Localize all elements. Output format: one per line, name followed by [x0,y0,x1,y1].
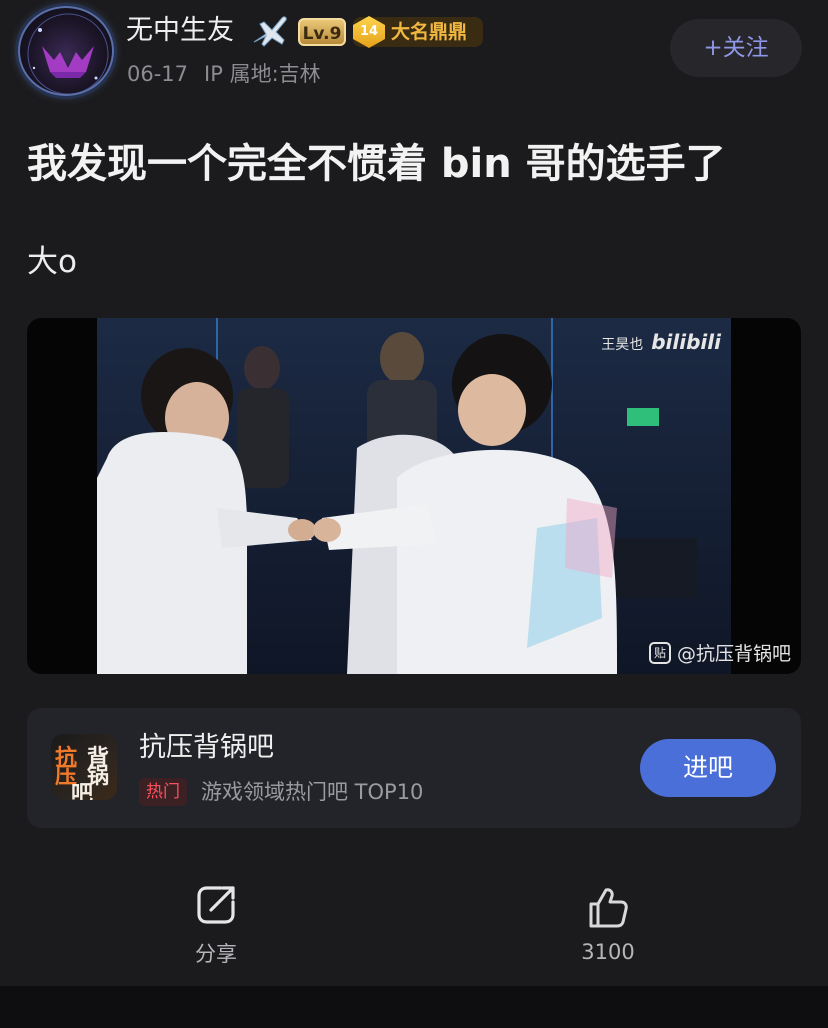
share-label: 分享 [195,942,237,966]
post-date: 06-17 [127,62,189,86]
forum-avatar: 抗 背 压 锅 吧 [51,734,117,800]
bilibili-logo: bilibili [651,330,721,354]
post-meta: 06-17 IP 属地:吉林 [127,60,321,88]
rank-level-icon: 14 [353,16,385,48]
post-video[interactable]: 王昊也 bilibili 贴 @抗压背锅吧 [27,318,801,674]
tieba-logo-icon: 贴 [648,641,671,664]
forum-description: 游戏领域热门吧 TOP10 [201,780,424,804]
post-title: 我发现一个完全不惯着 bin 哥的选手了 [27,141,726,187]
forum-card[interactable]: 抗 背 压 锅 吧 抗压背锅吧 热门 游戏领域热门吧 TOP10 进吧 [27,708,801,828]
plane-emoji-icon [253,16,287,47]
share-icon [197,886,235,924]
bottom-bar [0,986,828,1028]
rank-badge: 14 大名鼎鼎 [353,16,483,48]
level-badge: Lv.9 [298,18,346,46]
like-button[interactable]: 3100 [568,884,648,980]
action-bar: 分享 3100 [0,870,828,980]
rank-title: 大名鼎鼎 [391,21,468,43]
follow-button[interactable]: +关注 [670,19,802,77]
share-button[interactable]: 分享 [178,882,254,978]
forum-avatar-char-5: 吧 [71,782,94,800]
video-frame-image [97,318,731,674]
tieba-watermark: 贴 @抗压背锅吧 [648,639,791,666]
hot-tag: 热门 [139,778,187,806]
like-count: 3100 [581,940,635,964]
enter-forum-button[interactable]: 进吧 [640,739,776,797]
author-avatar[interactable] [18,6,114,96]
thumbs-up-icon [589,888,628,928]
post-header: 无中生友 Lv.9 14 大名鼎鼎 06-17 IP 属地:吉林 +关注 [0,0,828,110]
bilibili-watermark: 王昊也 bilibili [601,330,721,354]
post-body: 大o [27,244,77,280]
uploader-name: 王昊也 [601,337,644,353]
avatar-emblem-icon [27,13,109,94]
forum-name[interactable]: 抗压背锅吧 [139,730,274,766]
author-name[interactable]: 无中生友 [126,14,234,48]
tieba-watermark-text: @抗压背锅吧 [676,643,791,665]
ip-location: IP 属地:吉林 [204,62,321,86]
